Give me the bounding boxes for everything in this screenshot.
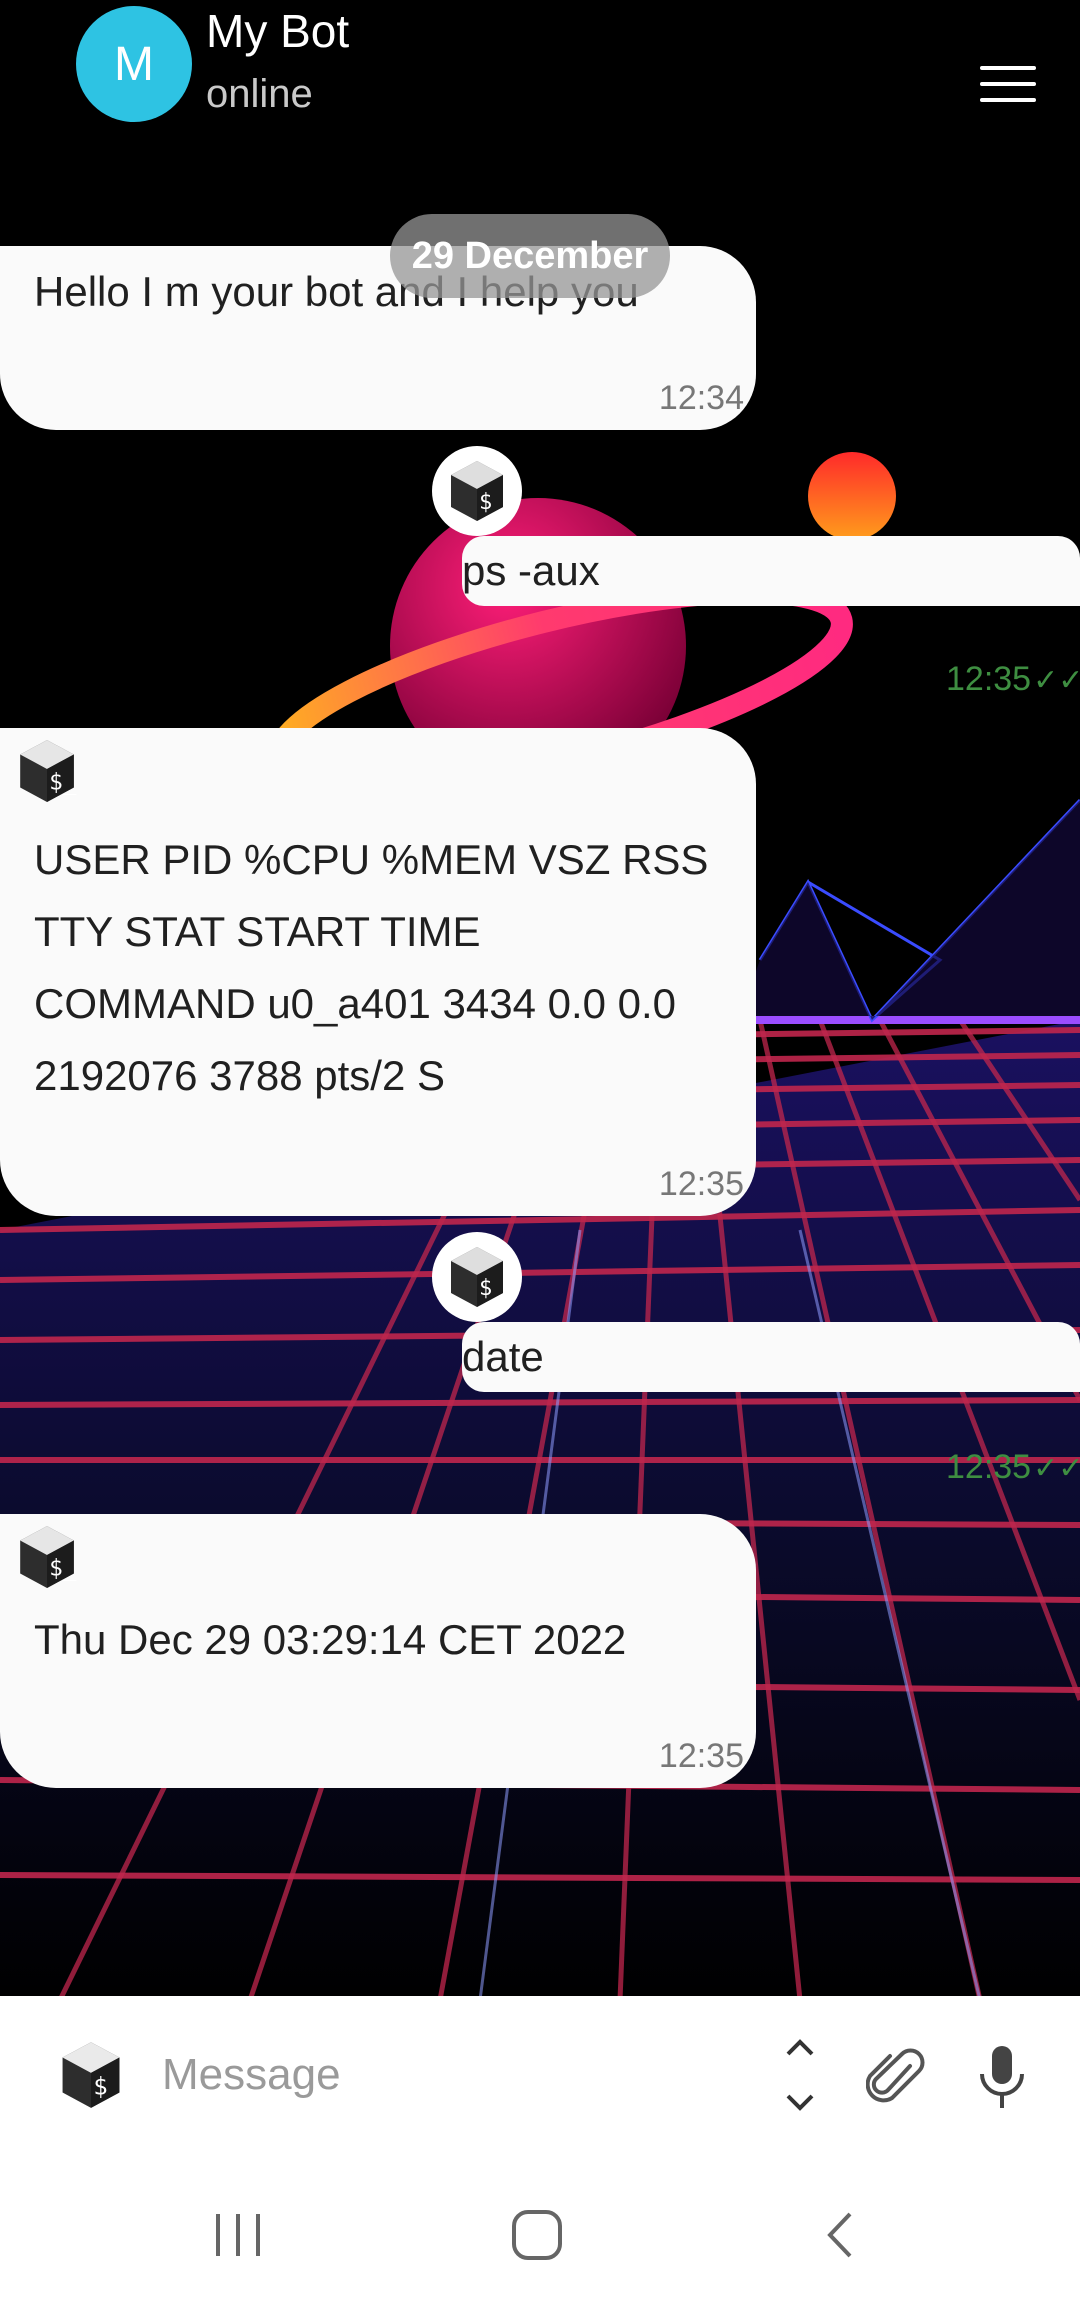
svg-text:$_: $_ (479, 490, 506, 515)
chat-header: M My Bot online (0, 0, 1080, 160)
bash-icon: $_ (14, 738, 84, 808)
chat-title[interactable]: My Bot (206, 4, 349, 58)
bash-icon: $_ (432, 1232, 522, 1322)
message-time-sent: 12:35✓✓ (946, 1448, 1080, 1487)
read-check-icon: ✓✓ (1033, 1452, 1080, 1485)
bash-icon[interactable]: $_ (56, 2040, 126, 2110)
mic-icon[interactable] (976, 2042, 1028, 2114)
svg-text:$_: $_ (49, 1556, 77, 1582)
avatar[interactable]: M (76, 6, 192, 122)
system-navigation-bar (0, 2164, 1080, 2308)
menu-icon[interactable] (980, 66, 1036, 106)
message-time: 12:35 (658, 1165, 744, 1203)
date-separator: 29 December (390, 214, 670, 298)
message-outgoing[interactable]: ps -aux (462, 536, 1080, 606)
recent-apps-icon[interactable] (210, 2210, 266, 2260)
message-incoming[interactable]: $_ USER PID %CPU %MEM VSZ RSS TTY STAT S… (0, 728, 756, 1216)
message-time-sent: 12:35✓✓ (946, 660, 1080, 699)
read-check-icon: ✓✓ (1033, 664, 1080, 697)
home-icon[interactable] (510, 2208, 564, 2262)
message-time: 12:35 (658, 1737, 744, 1775)
svg-text:$_: $_ (93, 2073, 122, 2101)
message-text: Thu Dec 29 03:29:14 CET 2022 (34, 1616, 627, 1663)
attach-icon[interactable] (865, 2046, 926, 2110)
message-outgoing[interactable]: date (462, 1322, 1080, 1392)
message-input[interactable]: Message (162, 2050, 341, 2100)
expand-collapse-icon[interactable] (780, 2034, 820, 2116)
message-text: ps -aux (462, 547, 600, 594)
svg-text:$_: $_ (479, 1276, 506, 1301)
chat-status: online (206, 72, 313, 116)
message-composer: $_ Message (0, 1996, 1080, 2164)
message-incoming[interactable]: $_ Thu Dec 29 03:29:14 CET 2022 12:35 (0, 1514, 756, 1788)
message-text: USER PID %CPU %MEM VSZ RSS TTY STAT STAR… (34, 836, 709, 1099)
svg-text:$_: $_ (49, 770, 77, 796)
back-icon[interactable] (820, 2210, 860, 2260)
message-time: 12:34 (658, 379, 744, 417)
message-text: date (462, 1333, 544, 1380)
bash-icon: $_ (432, 446, 522, 536)
bash-icon: $_ (14, 1524, 84, 1594)
